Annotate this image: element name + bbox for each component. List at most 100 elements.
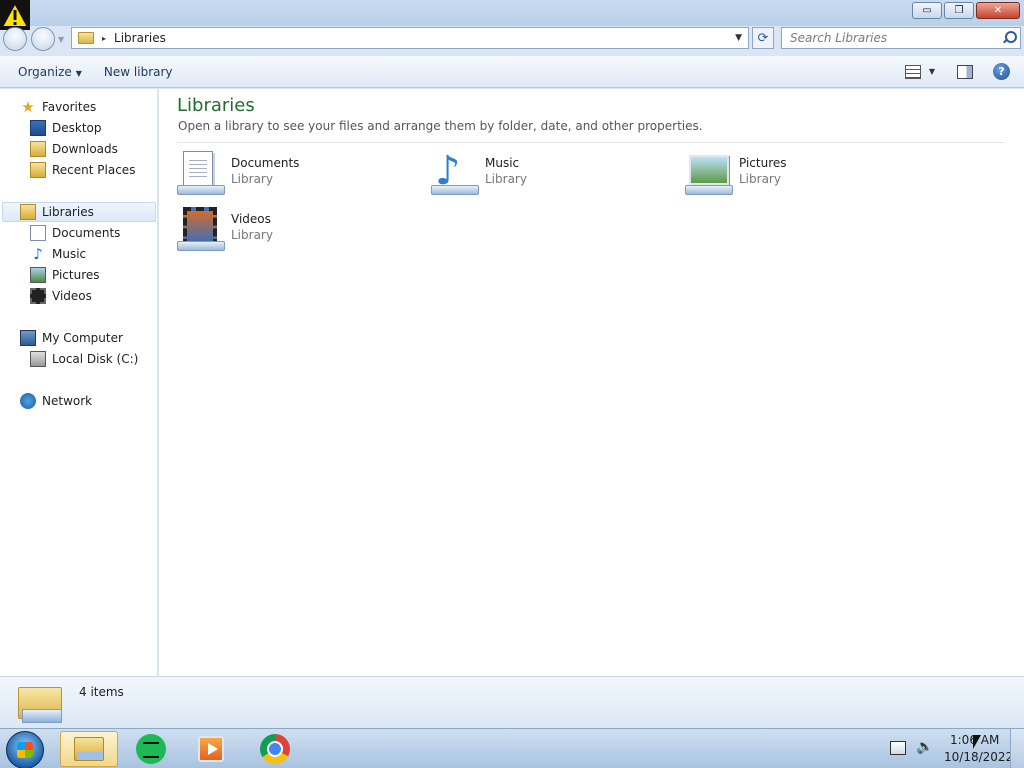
nav-pictures-label: Pictures <box>52 268 100 282</box>
start-button[interactable] <box>6 731 44 768</box>
organize-button[interactable]: Organize ▼ <box>18 65 82 79</box>
videos-icon <box>30 288 46 304</box>
nav-favorites[interactable]: ★ Favorites <box>20 97 96 117</box>
address-dropdown-icon[interactable]: ▼ <box>735 33 742 43</box>
refresh-button[interactable]: ⟳ <box>752 27 774 49</box>
taskbar-explorer[interactable] <box>60 731 118 767</box>
library-name: Pictures <box>739 156 787 170</box>
nav-my-computer[interactable]: My Computer <box>20 328 123 348</box>
change-view-icon[interactable] <box>904 64 921 79</box>
nav-libraries[interactable]: Libraries <box>2 202 156 222</box>
search-box[interactable]: Search Libraries <box>781 27 1021 49</box>
address-bar[interactable]: ▸ Libraries ▼ <box>71 27 749 49</box>
libraries-large-icon <box>18 683 64 725</box>
organize-label: Organize <box>18 64 72 79</box>
command-bar: Organize ▼ New library ▼ ? <box>0 56 1024 88</box>
restore-button[interactable]: ❐ <box>944 2 974 19</box>
chrome-icon <box>260 734 290 764</box>
nav-network[interactable]: Network <box>20 391 92 411</box>
search-input[interactable]: Search Libraries <box>790 31 1002 45</box>
nav-documents-label: Documents <box>52 226 121 240</box>
library-music[interactable]: ♪ Music Library <box>431 149 527 197</box>
item-count: 4 items <box>79 685 124 699</box>
back-button[interactable] <box>3 27 27 51</box>
library-type: Library <box>231 172 273 186</box>
nav-videos-label: Videos <box>52 289 92 303</box>
notification-area: 🔈 1:06 AM 10/18/2022 <box>872 729 1024 768</box>
library-type: Library <box>739 172 781 186</box>
music-icon: ♪ <box>33 245 43 263</box>
downloads-icon <box>30 141 46 157</box>
details-pane: 4 items <box>0 676 1024 728</box>
libraries-icon <box>20 204 36 220</box>
nav-downloads[interactable]: Downloads <box>30 139 118 159</box>
desktop-icon <box>30 120 46 136</box>
nav-documents[interactable]: Documents <box>30 223 120 243</box>
nav-music-label: Music <box>52 247 87 261</box>
taskbar-spotify[interactable] <box>122 731 180 767</box>
disk-icon <box>30 351 46 367</box>
preview-pane-icon[interactable] <box>957 64 973 79</box>
help-icon[interactable]: ? <box>993 63 1010 80</box>
media-player-icon <box>198 736 224 762</box>
content-pane: Libraries Open a library to see your fil… <box>159 89 1024 676</box>
title-bar[interactable]: ▭ ❐ ✕ <box>0 0 1024 30</box>
navigation-row: ▼ ▸ Libraries ▼ ⟳ Search Libraries <box>0 26 1024 52</box>
library-name: Videos <box>231 212 271 226</box>
nav-videos[interactable]: Videos <box>30 286 92 306</box>
clock-date[interactable]: 10/18/2022 <box>944 750 1013 764</box>
navigation-pane: ★ Favorites Desktop Downloads Recent Pla… <box>0 89 158 676</box>
close-button[interactable]: ✕ <box>976 2 1020 19</box>
divider <box>177 142 1005 143</box>
nav-favorites-label: Favorites <box>42 100 97 114</box>
libraries-folder-icon <box>78 32 94 44</box>
nav-pictures[interactable]: Pictures <box>30 265 100 285</box>
page-title: Libraries <box>177 95 255 116</box>
nav-recent-places-label: Recent Places <box>52 163 136 177</box>
minimize-button[interactable]: ▭ <box>912 2 942 19</box>
new-library-button[interactable]: New library <box>104 65 173 79</box>
forward-button[interactable] <box>31 27 55 51</box>
music-library-icon: ♪ <box>431 149 479 197</box>
explorer-window: ▭ ❐ ✕ ▼ ▸ Libraries ▼ ⟳ Search Libraries… <box>0 0 1024 728</box>
library-pictures[interactable]: Pictures Library <box>685 149 787 197</box>
search-icon[interactable] <box>1002 31 1017 45</box>
network-icon <box>20 393 36 409</box>
nav-downloads-label: Downloads <box>52 142 118 156</box>
caption-buttons: ▭ ❐ ✕ <box>910 2 1020 19</box>
nav-network-label: Network <box>42 394 93 408</box>
nav-local-disk[interactable]: Local Disk (C:) <box>30 349 138 369</box>
library-type: Library <box>231 228 273 242</box>
spotify-icon <box>136 734 166 764</box>
recent-places-icon <box>30 162 46 178</box>
nav-music[interactable]: ♪ Music <box>30 244 86 264</box>
chevron-down-icon: ▼ <box>75 68 82 78</box>
page-subtitle: Open a library to see your files and arr… <box>178 119 703 133</box>
volume-icon[interactable]: 🔈 <box>916 739 933 755</box>
library-name: Music <box>485 156 520 170</box>
computer-icon <box>20 330 36 346</box>
nav-local-disk-label: Local Disk (C:) <box>52 352 139 366</box>
taskbar-chrome[interactable] <box>246 731 304 767</box>
videos-library-icon <box>177 205 225 253</box>
show-desktop-button[interactable] <box>1010 729 1024 768</box>
taskbar-media-player[interactable] <box>182 731 240 767</box>
nav-desktop[interactable]: Desktop <box>30 118 102 138</box>
network-status-icon[interactable] <box>890 741 906 755</box>
nav-libraries-label: Libraries <box>42 205 94 219</box>
nav-recent-places[interactable]: Recent Places <box>30 160 135 180</box>
breadcrumb-separator[interactable]: ▸ <box>102 34 106 43</box>
star-icon: ★ <box>21 98 35 116</box>
recent-pages-dropdown[interactable]: ▼ <box>58 35 64 44</box>
pictures-icon <box>30 267 46 283</box>
taskbar: 🔈 1:06 AM 10/18/2022 <box>0 728 1024 768</box>
pictures-library-icon <box>685 149 733 197</box>
nav-my-computer-label: My Computer <box>42 331 123 345</box>
library-videos[interactable]: Videos Library <box>177 205 273 253</box>
nav-desktop-label: Desktop <box>52 121 102 135</box>
breadcrumb-libraries[interactable]: Libraries <box>114 31 166 45</box>
documents-icon <box>30 225 46 241</box>
more-options-icon[interactable]: ▼ <box>929 67 935 76</box>
library-name: Documents <box>231 156 300 170</box>
library-documents[interactable]: Documents Library <box>177 149 299 197</box>
